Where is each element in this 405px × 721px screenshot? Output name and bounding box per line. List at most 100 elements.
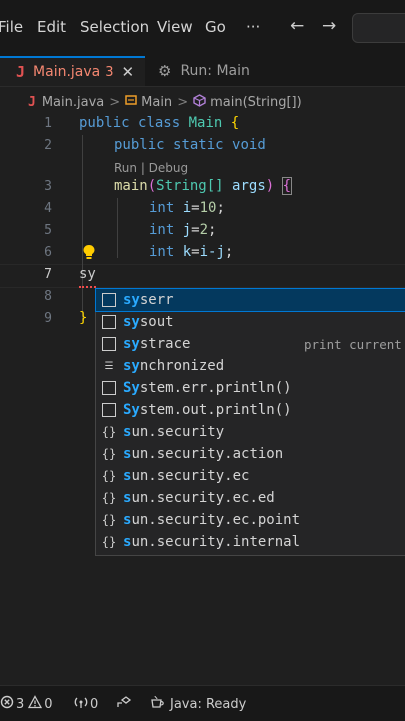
suggestion-label: sun.security	[123, 424, 224, 440]
error-icon	[0, 695, 14, 713]
menu-selection[interactable]: Selection	[80, 18, 149, 36]
code-token: (	[147, 178, 157, 194]
snippet-icon	[102, 337, 116, 351]
line-number: 9	[44, 311, 52, 326]
suggestion-match: sy	[123, 358, 140, 374]
snippet-icon	[102, 381, 116, 395]
code-line: main(String[] args) {	[114, 177, 293, 195]
line-number: 5	[44, 223, 52, 238]
error-count: 3	[16, 696, 25, 712]
suggestion-label: sysout	[123, 314, 174, 330]
suggestion-rest: stem.out.println()	[139, 402, 292, 418]
suggestion-item[interactable]: System.err.println()	[96, 377, 405, 399]
command-center-search[interactable]	[352, 13, 405, 43]
code-token: int	[149, 222, 175, 238]
module-icon: {}	[101, 491, 117, 505]
suggestion-rest: nchronized	[139, 358, 225, 374]
code-line: public class Main {	[79, 115, 239, 131]
suggestion-rest: strace	[139, 336, 191, 352]
indent-guide	[117, 198, 118, 258]
code-token: {	[230, 115, 240, 131]
suggestion-label: systrace	[123, 336, 190, 352]
suggestion-rest: un.security	[131, 424, 225, 440]
suggestion-label: sun.security.ec.ed	[123, 490, 275, 506]
suggestion-label: System.err.println()	[123, 380, 292, 396]
java-file-icon: J	[28, 94, 36, 110]
suggestion-label: synchronized	[123, 358, 224, 374]
java-file-icon: J	[16, 63, 26, 81]
tab-problem-count: 3	[105, 64, 114, 80]
suggestion-rest: un.security.action	[131, 446, 284, 462]
line-number: 1	[44, 116, 52, 131]
code-token: int	[149, 244, 175, 260]
method-icon	[193, 93, 206, 111]
code-token: Main	[188, 115, 223, 131]
line-number: 6	[44, 245, 52, 260]
close-icon[interactable]: ✕	[122, 63, 135, 81]
code-token: {	[281, 177, 293, 195]
editor-tabs: J Main.java 3 ✕ ⚙ Run: Main	[0, 56, 405, 87]
code-token: ;	[216, 200, 225, 216]
suggestion-label: System.out.println()	[123, 402, 292, 418]
back-arrow-icon[interactable]: ←	[290, 16, 304, 36]
problems-indicator[interactable]: 3 0	[0, 695, 53, 713]
code-token: =	[191, 244, 200, 260]
suggestion-rest: serr	[139, 292, 174, 308]
breadcrumb-class[interactable]: Main	[141, 95, 172, 110]
suggestion-detail: print current	[304, 336, 402, 352]
menu-more[interactable]: ···	[246, 18, 260, 36]
suggestion-item[interactable]: {} sun.security.ec.ed	[96, 487, 405, 509]
code-token: public	[79, 115, 130, 131]
line-number: 4	[44, 201, 52, 216]
menu-file[interactable]: File	[0, 18, 23, 36]
ports-indicator[interactable]: 0	[74, 695, 98, 713]
module-icon: {}	[101, 469, 117, 483]
code-line: public static void	[114, 137, 266, 153]
breadcrumb-file[interactable]: Main.java	[42, 95, 104, 110]
code-token: k	[182, 244, 192, 260]
suggestion-item[interactable]: {} sun.security	[96, 421, 405, 443]
current-line-highlight	[0, 264, 405, 288]
lightbulb-icon[interactable]	[82, 244, 96, 260]
suggestion-item[interactable]: {} sun.security.internal	[96, 531, 405, 553]
snippet-icon	[102, 293, 116, 307]
module-icon: {}	[101, 513, 117, 527]
suggestion-item[interactable]: systrace print current	[96, 333, 405, 355]
tab-main-java[interactable]: J Main.java 3 ✕	[0, 56, 145, 86]
suggestion-rest: stem.err.println()	[139, 380, 292, 396]
suggestion-item[interactable]: System.out.println()	[96, 399, 405, 421]
suggestion-item[interactable]: {} sun.security.action	[96, 443, 405, 465]
breadcrumb-method[interactable]: main(String[])	[210, 95, 302, 110]
menu-edit[interactable]: Edit	[37, 18, 66, 36]
snippet-icon	[102, 403, 116, 417]
forward-arrow-icon[interactable]: →	[322, 16, 336, 36]
suggestion-item[interactable]: {} sun.security.ec	[96, 465, 405, 487]
java-status[interactable]: Java: Ready	[150, 695, 246, 713]
tab-title: Main.java	[33, 64, 101, 80]
class-icon	[125, 94, 137, 110]
suggestion-match: sy	[123, 314, 140, 330]
suggestion-widget: syserr sysout systrace print current ☰ synchr…	[95, 288, 405, 556]
line-number: 2	[44, 138, 52, 153]
live-share-icon[interactable]	[116, 695, 132, 709]
menu-view[interactable]: View	[157, 18, 193, 36]
code-token: 2	[199, 222, 209, 238]
code-line-current[interactable]: sy	[79, 266, 96, 282]
suggestion-item[interactable]: {} sun.security.ec.point	[96, 509, 405, 531]
suggestion-label: sun.security.internal	[123, 534, 300, 550]
antenna-icon	[74, 695, 88, 713]
breadcrumb: J Main.java > Main > main(String[])	[0, 91, 405, 113]
menu-bar: File Edit Selection View Go ··· ← →	[0, 0, 405, 56]
menu-go[interactable]: Go	[205, 18, 226, 36]
suggestion-item[interactable]: syserr	[95, 288, 405, 312]
suggestion-rest: un.security.internal	[131, 534, 301, 550]
code-lens-run-debug[interactable]: Run | Debug	[114, 161, 188, 175]
suggestion-item[interactable]: ☰ synchronized	[96, 355, 405, 377]
tab-run-main[interactable]: ⚙ Run: Main	[158, 56, 250, 86]
suggestion-rest: sout	[139, 314, 174, 330]
suggestion-label: sun.security.ec	[123, 468, 249, 484]
suggestion-match: sy	[123, 292, 140, 308]
module-icon: {}	[101, 447, 117, 461]
chevron-right-icon: >	[109, 94, 121, 110]
suggestion-item[interactable]: sysout	[96, 311, 405, 333]
